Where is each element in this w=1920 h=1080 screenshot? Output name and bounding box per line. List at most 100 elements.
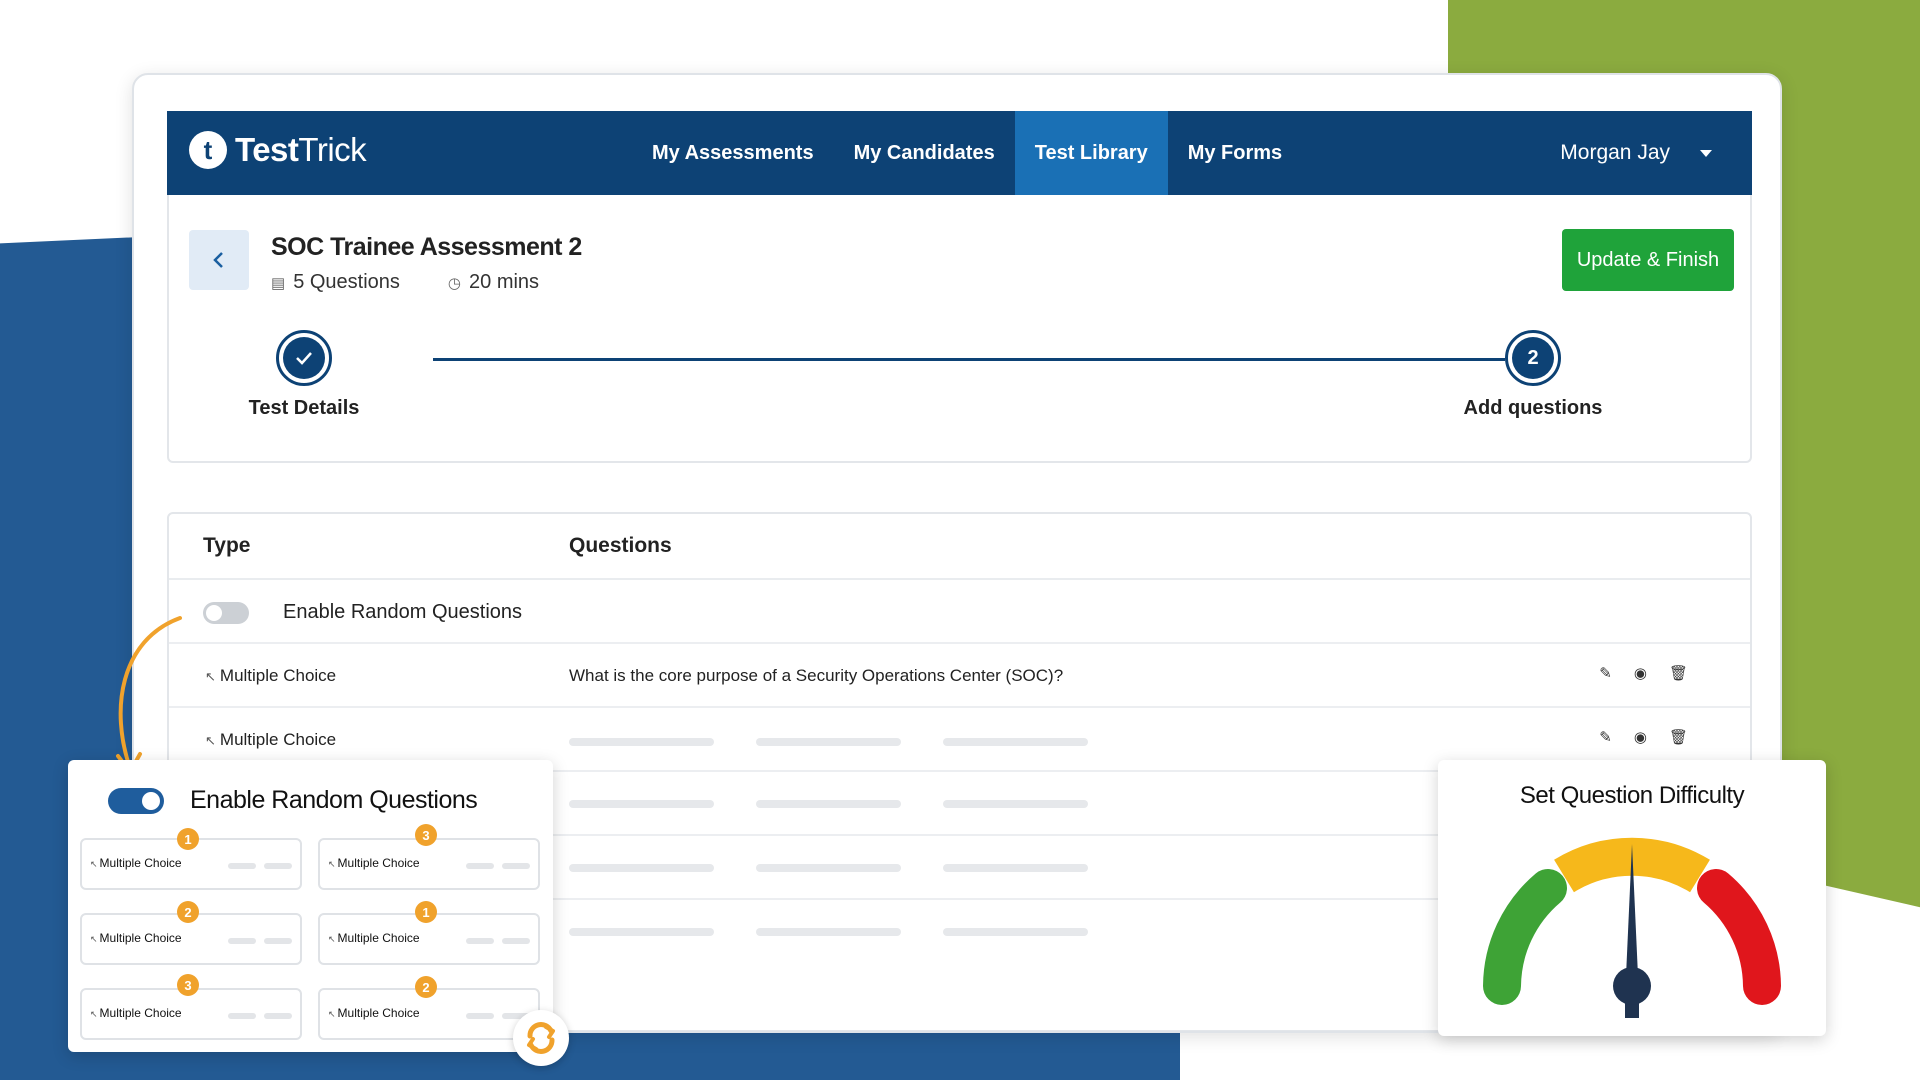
placeholder-bar bbox=[228, 1013, 256, 1019]
placeholder-bar bbox=[943, 928, 1088, 936]
row-actions: ✎ ◉ 🗑 bbox=[1599, 664, 1688, 682]
placeholder-bar bbox=[466, 863, 494, 869]
test-header-card: SOC Trainee Assessment 2 ▤ 5 Questions ◷ 2… bbox=[167, 195, 1752, 463]
placeholder-bar bbox=[943, 800, 1088, 808]
order-badge: 3 bbox=[177, 974, 199, 996]
mini-card-label: ↖ Multiple Choice bbox=[90, 1006, 182, 1020]
mini-card-label: ↖ Multiple Choice bbox=[328, 856, 420, 870]
trash-icon[interactable]: 🗑 bbox=[1669, 664, 1688, 682]
placeholder-bar bbox=[756, 800, 901, 808]
mini-card-text: Multiple Choice bbox=[99, 1006, 182, 1020]
random-questions-toggle[interactable] bbox=[203, 602, 249, 624]
clock-icon: ◷ bbox=[447, 275, 462, 292]
random-question-card[interactable]: ↖ Multiple Choice bbox=[318, 838, 540, 890]
mini-card-label: ↖ Multiple Choice bbox=[90, 931, 182, 945]
column-questions: Questions bbox=[569, 534, 672, 557]
type-cell: ↖ Multiple Choice bbox=[205, 666, 336, 686]
edit-icon[interactable]: ✎ bbox=[1599, 664, 1612, 682]
cursor-icon: ↖ bbox=[90, 934, 98, 944]
random-questions-toggle-on[interactable] bbox=[108, 788, 164, 814]
placeholder-bar bbox=[756, 928, 901, 936]
placeholder-bar bbox=[264, 863, 292, 869]
mini-card-text: Multiple Choice bbox=[99, 931, 182, 945]
test-meta: ▤ 5 Questions ◷ 20 mins bbox=[271, 271, 539, 294]
refresh-icon bbox=[527, 1022, 555, 1054]
difficulty-gauge[interactable] bbox=[1482, 834, 1782, 1024]
logo-icon: t bbox=[189, 131, 227, 169]
order-badge: 1 bbox=[415, 901, 437, 923]
step-add-questions[interactable]: 2 bbox=[1505, 330, 1561, 386]
step-complete bbox=[283, 337, 325, 379]
cursor-icon: ↖ bbox=[328, 859, 336, 869]
stepper-line bbox=[433, 358, 1505, 361]
difficulty-title: Set Question Difficulty bbox=[1519, 782, 1745, 809]
placeholder-bar bbox=[569, 928, 714, 936]
question-count: ▤ 5 Questions bbox=[271, 271, 400, 294]
mini-card-text: Multiple Choice bbox=[337, 856, 420, 870]
user-name: Morgan Jay bbox=[1560, 141, 1670, 164]
placeholder-bar bbox=[569, 738, 714, 746]
random-questions-label: Enable Random Questions bbox=[283, 601, 523, 623]
eye-icon[interactable]: ◉ bbox=[1634, 664, 1647, 682]
gauge-needle-hub bbox=[1613, 967, 1651, 1005]
nav-links: My Assessments My Candidates Test Librar… bbox=[632, 111, 1302, 195]
random-toggle-row: Enable Random Questions bbox=[169, 580, 1750, 644]
table-header: Type Questions bbox=[169, 514, 1750, 580]
mini-card-text: Multiple Choice bbox=[337, 1006, 420, 1020]
duration: ◷ 20 mins bbox=[448, 271, 539, 294]
placeholder-bar bbox=[228, 863, 256, 869]
question-count-text: 5 Questions bbox=[293, 271, 400, 293]
back-button[interactable] bbox=[189, 230, 249, 290]
difficulty-panel: Set Question Difficulty bbox=[1438, 760, 1826, 1036]
order-badge: 3 bbox=[415, 824, 437, 846]
cursor-icon: ↖ bbox=[205, 669, 216, 684]
placeholder-bar bbox=[756, 738, 901, 746]
mini-card-text: Multiple Choice bbox=[337, 931, 420, 945]
user-menu[interactable]: Morgan Jay bbox=[1560, 111, 1712, 195]
nav-my-candidates[interactable]: My Candidates bbox=[834, 111, 1015, 195]
shuffle-button[interactable] bbox=[513, 1010, 569, 1066]
placeholder-bar bbox=[943, 864, 1088, 872]
top-navbar: t TestTrick My Assessments My Candidates… bbox=[167, 111, 1752, 195]
logo-text: TestTrick bbox=[235, 131, 367, 169]
type-text: Multiple Choice bbox=[219, 730, 337, 749]
step-label-test-details: Test Details bbox=[248, 397, 360, 419]
placeholder-bar bbox=[756, 864, 901, 872]
brand-logo[interactable]: t TestTrick bbox=[189, 131, 367, 169]
duration-text: 20 mins bbox=[469, 271, 540, 293]
mini-card-text: Multiple Choice bbox=[99, 856, 182, 870]
placeholder-bar bbox=[502, 863, 530, 869]
type-text: Multiple Choice bbox=[219, 666, 337, 685]
gauge-easy-segment[interactable] bbox=[1483, 869, 1567, 1005]
placeholder-bar bbox=[228, 938, 256, 944]
cursor-icon: ↖ bbox=[205, 733, 216, 748]
update-finish-button[interactable]: Update & Finish bbox=[1562, 229, 1734, 291]
table-row: ↖ Multiple Choice What is the core purpos… bbox=[169, 644, 1750, 708]
page-title: SOC Trainee Assessment 2 bbox=[271, 233, 582, 261]
placeholder-bar bbox=[502, 938, 530, 944]
curved-arrow-icon bbox=[116, 616, 182, 774]
chevron-left-icon bbox=[213, 252, 223, 268]
trash-icon[interactable]: 🗑 bbox=[1669, 728, 1688, 746]
placeholder-bar bbox=[466, 1013, 494, 1019]
cursor-icon: ↖ bbox=[90, 859, 98, 869]
placeholder-bar bbox=[466, 938, 494, 944]
mini-card-label: ↖ Multiple Choice bbox=[328, 1006, 420, 1020]
type-cell: ↖ Multiple Choice bbox=[205, 730, 336, 750]
eye-icon[interactable]: ◉ bbox=[1634, 728, 1647, 746]
mini-card-label: ↖ Multiple Choice bbox=[328, 931, 420, 945]
random-panel-title: Enable Random Questions bbox=[190, 786, 478, 814]
step-test-details[interactable] bbox=[276, 330, 332, 386]
random-question-card[interactable]: ↖ Multiple Choice bbox=[80, 988, 302, 1040]
nav-my-forms[interactable]: My Forms bbox=[1168, 111, 1302, 195]
nav-test-library[interactable]: Test Library bbox=[1014, 111, 1168, 195]
column-type: Type bbox=[203, 534, 251, 557]
chevron-down-icon bbox=[1700, 149, 1712, 157]
row-actions: ✎ ◉ 🗑 bbox=[1599, 728, 1688, 746]
nav-my-assessments[interactable]: My Assessments bbox=[632, 111, 834, 195]
logo-text-light: Trick bbox=[298, 131, 367, 168]
placeholder-bar bbox=[569, 800, 714, 808]
edit-icon[interactable]: ✎ bbox=[1599, 728, 1612, 746]
random-questions-panel: Enable Random Questions ↖ Multiple Choice… bbox=[68, 760, 553, 1052]
gauge-hard-segment[interactable] bbox=[1697, 869, 1781, 1005]
